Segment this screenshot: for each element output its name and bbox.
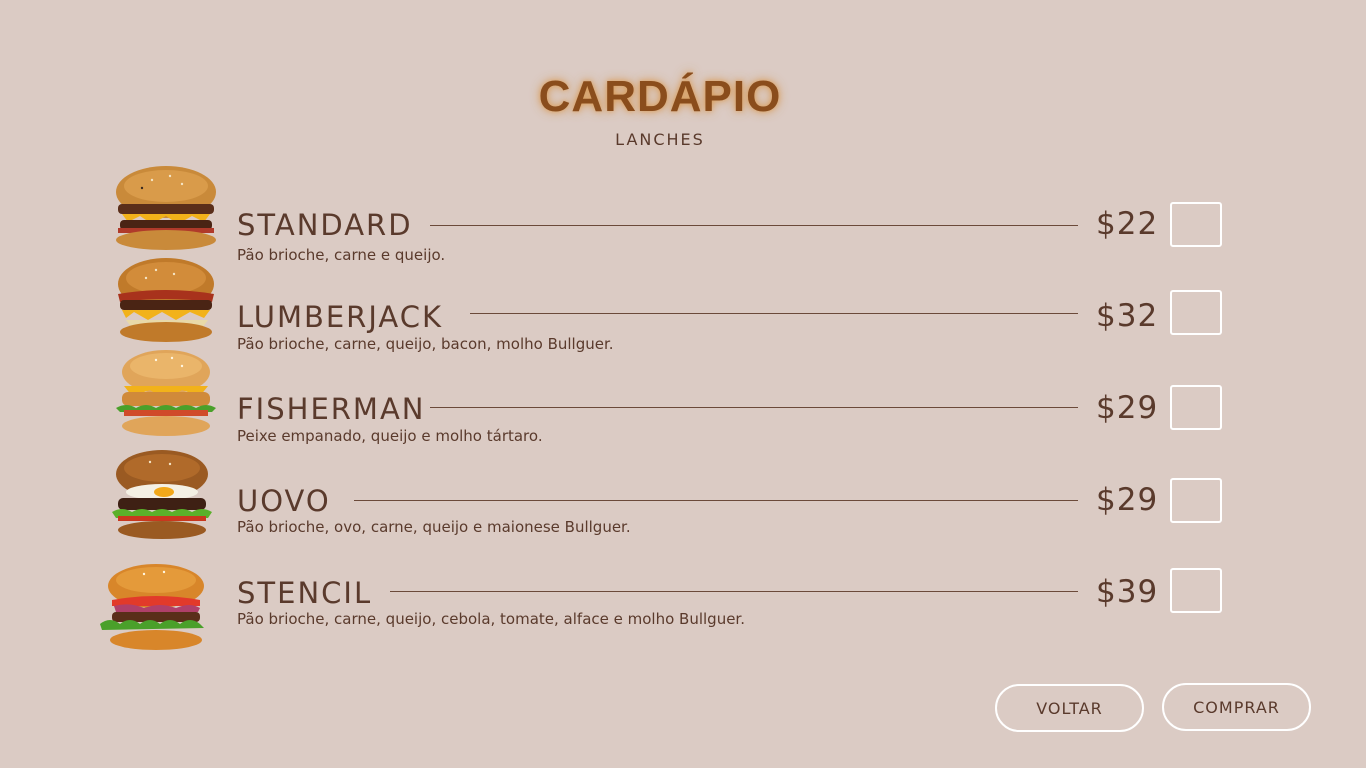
item-name: STENCIL [237,576,373,610]
menu-item-standard: STANDARD $22 Pão brioche, carne e queijo… [0,160,1366,264]
burger-image [112,164,220,254]
item-price: $29 [1096,482,1159,518]
select-checkbox[interactable] [1170,385,1222,430]
item-price: $29 [1096,390,1159,426]
burger-image [108,450,216,540]
item-description: Pão brioche, ovo, carne, queijo e maione… [237,518,631,536]
page-subtitle: LANCHES [615,130,705,149]
burger-image [112,348,220,438]
select-checkbox[interactable] [1170,478,1222,523]
divider-line [390,591,1078,592]
burger-image [100,562,208,652]
menu-item-stencil: STENCIL $39 Pão brioche, carne, queijo, … [0,560,1366,660]
divider-line [430,407,1078,408]
menu-item-lumberjack: LUMBERJACK $32 Pão brioche, carne, queij… [0,250,1366,353]
divider-line [430,225,1078,226]
item-price: $32 [1096,298,1159,334]
item-name: UOVO [237,484,331,518]
item-description: Peixe empanado, queijo e molho tártaro. [237,427,543,445]
burger-image [112,256,220,346]
back-button[interactable]: VOLTAR [995,684,1144,732]
select-checkbox[interactable] [1170,202,1222,247]
divider-line [470,313,1078,314]
divider-line [354,500,1078,501]
item-price: $22 [1096,206,1159,242]
select-checkbox[interactable] [1170,290,1222,335]
select-checkbox[interactable] [1170,568,1222,613]
item-name: STANDARD [237,208,413,242]
buy-button[interactable]: COMPRAR [1162,683,1311,731]
item-name: FISHERMAN [237,392,426,426]
item-name: LUMBERJACK [237,300,443,334]
item-description: Pão brioche, carne, queijo, cebola, toma… [237,610,745,628]
page-title: CARDÁPIO [538,72,782,121]
menu-item-uovo: UOVO $29 Pão brioche, ovo, carne, queijo… [0,450,1366,550]
item-price: $39 [1096,574,1159,610]
menu-item-fisherman: FISHERMAN $29 Peixe empanado, queijo e m… [0,342,1366,445]
